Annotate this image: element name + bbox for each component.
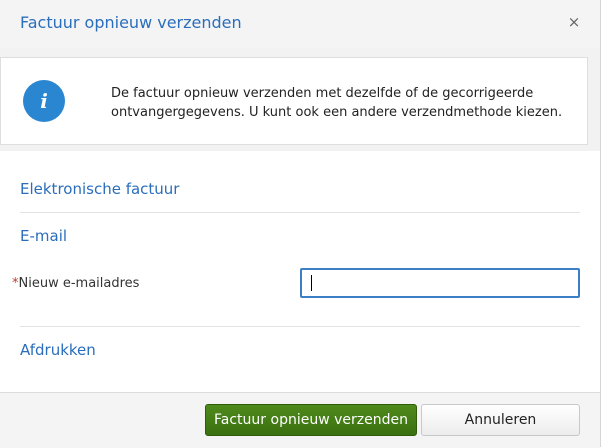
section-electronic-invoice[interactable]: Elektronische factuur (20, 180, 179, 198)
info-text: De factuur opnieuw verzenden met dezelfd… (111, 86, 563, 120)
text-caret (311, 275, 312, 291)
email-label-text: Nieuw e-mailadres (18, 276, 140, 291)
dialog-header: Factuur opnieuw verzenden × (0, 0, 600, 49)
cancel-button[interactable]: Annuleren (421, 404, 580, 436)
resend-invoice-dialog: Factuur opnieuw verzenden × i De factuur… (0, 0, 601, 448)
divider (20, 212, 580, 213)
section-print[interactable]: Afdrukken (20, 341, 96, 359)
new-email-input[interactable] (302, 270, 578, 296)
info-message: i De factuur opnieuw verzenden met dezel… (0, 57, 588, 145)
section-email[interactable]: E-mail (20, 227, 67, 245)
dialog-title: Factuur opnieuw verzenden (20, 13, 242, 32)
resend-invoice-button[interactable]: Factuur opnieuw verzenden (205, 404, 417, 436)
info-band: i De factuur opnieuw verzenden met dezel… (0, 48, 600, 151)
dialog-footer: Factuur opnieuw verzenden Annuleren (0, 392, 600, 448)
close-icon[interactable]: × (565, 13, 583, 31)
divider (20, 326, 580, 327)
new-email-field[interactable] (300, 268, 580, 298)
email-field-label: *Nieuw e-mailadres (12, 276, 139, 291)
info-icon: i (23, 80, 65, 122)
